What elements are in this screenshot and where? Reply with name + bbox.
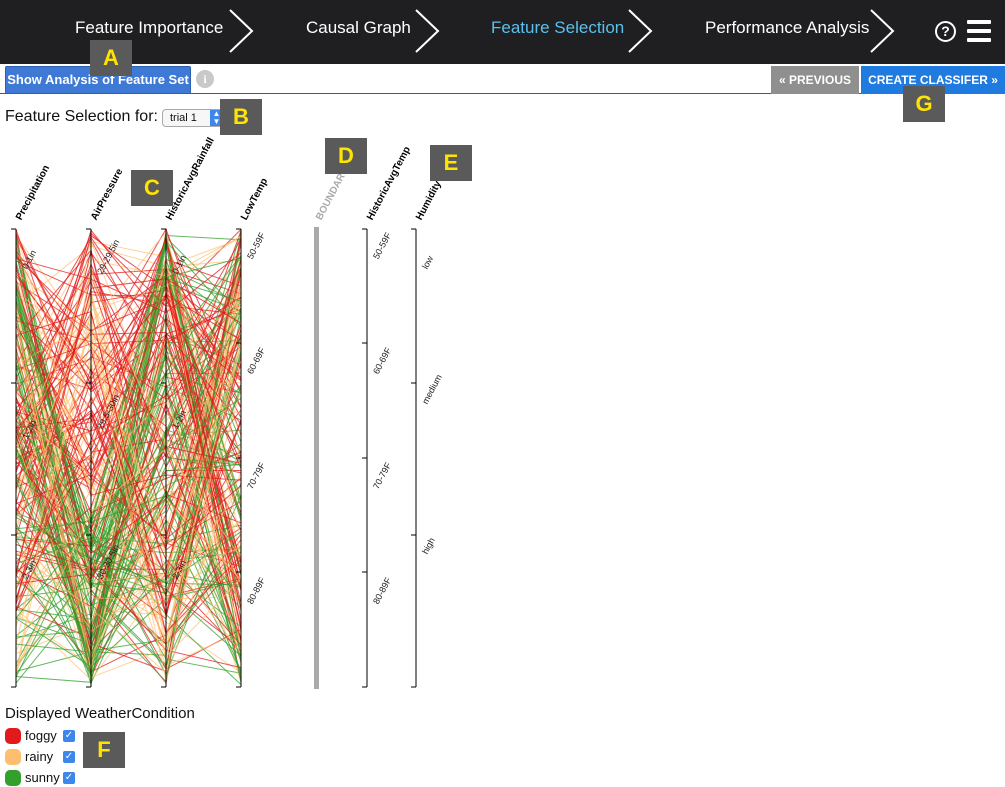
axis-boundary[interactable]: [314, 227, 319, 689]
marker-c: C: [131, 170, 173, 206]
marker-e: E: [430, 145, 472, 181]
checkbox-sunny[interactable]: ✓: [63, 772, 75, 784]
data-lines: [15, 227, 242, 685]
boundary-bar[interactable]: [314, 227, 319, 689]
marker-b: B: [220, 99, 262, 135]
checkbox-foggy[interactable]: ✓: [63, 730, 75, 742]
marker-a: A: [90, 40, 132, 76]
axis-precipitation[interactable]: [11, 228, 17, 688]
legend-title: Displayed WeatherCondition: [5, 705, 195, 722]
legend-label: rainy: [25, 749, 54, 764]
legend-swatch-rainy: [5, 749, 21, 765]
marker-g: G: [903, 86, 945, 122]
marker-d: D: [325, 138, 367, 174]
legend-swatch-sunny: [5, 770, 21, 786]
parallel-coordinates-plot[interactable]: [0, 0, 1005, 786]
legend-swatch-foggy: [5, 728, 21, 744]
axis-humidity[interactable]: [411, 228, 417, 688]
axis-historicavgtemp[interactable]: [362, 228, 368, 688]
checkbox-rainy[interactable]: ✓: [63, 751, 75, 763]
marker-f: F: [83, 732, 125, 768]
legend-label: sunny: [25, 770, 60, 785]
legend-label: foggy: [25, 728, 57, 743]
